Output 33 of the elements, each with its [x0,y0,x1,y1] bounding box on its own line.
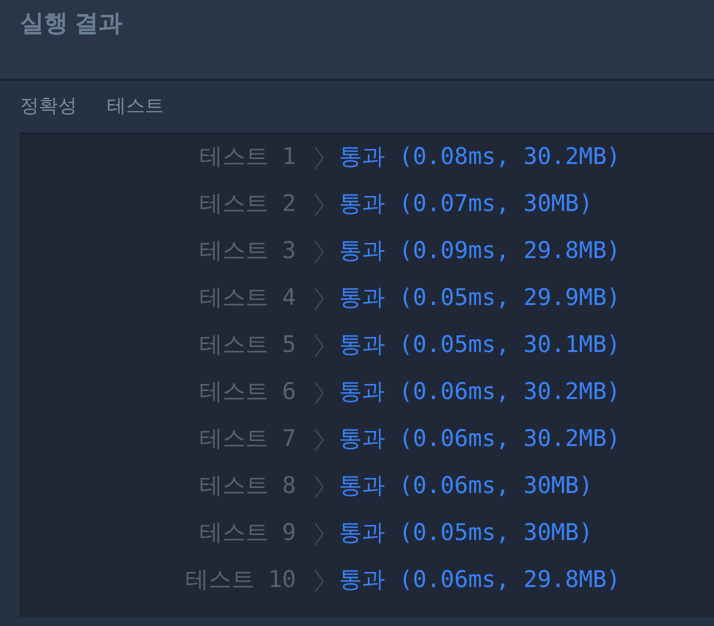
test-result: 통과 (0.06ms, 30MB) [339,472,593,502]
test-label: 테스트 7 [198,425,296,454]
test-result: 통과 (0.09ms, 29.8MB) [339,237,620,266]
chevron-icon [313,426,325,452]
chevron-icon [313,474,325,500]
section-label: 정확성 [20,94,77,119]
chevron-icon [313,568,325,594]
test-label: 테스트 3 [198,237,296,266]
test-result: 통과 (0.05ms, 29.9MB) [339,284,620,314]
panel-title: 실행 결과 [20,9,123,39]
test-label: 테스트 9 [198,519,296,548]
test-label: 테스트 6 [198,378,296,408]
test-label: 테스트 4 [198,284,296,314]
chevron-icon [313,192,325,218]
test-result: 통과 (0.06ms, 30.2MB) [339,378,620,408]
chevron-icon [313,332,325,358]
test-label: 테스트 1 [198,143,296,172]
test-result: 통과 (0.08ms, 30.2MB) [339,143,620,172]
chevron-icon [313,286,325,312]
test-result: 통과 (0.06ms, 29.8MB) [339,566,620,596]
section-label: 테스트 [107,94,164,119]
test-label: 테스트 2 [198,190,296,220]
test-result: 통과 (0.06ms, 30.2MB) [339,425,620,454]
chevron-icon [313,144,325,170]
test-result: 통과 (0.05ms, 30.1MB) [339,331,620,360]
test-label: 테스트 8 [198,472,296,502]
test-result: 통과 (0.05ms, 30MB) [339,519,593,548]
test-result: 통과 (0.07ms, 30MB) [339,190,593,220]
test-label: 테스트 5 [198,331,296,360]
chevron-icon [313,520,325,546]
chevron-icon [313,238,325,264]
test-label: 테스트 10 [184,566,296,596]
chevron-icon [313,380,325,406]
